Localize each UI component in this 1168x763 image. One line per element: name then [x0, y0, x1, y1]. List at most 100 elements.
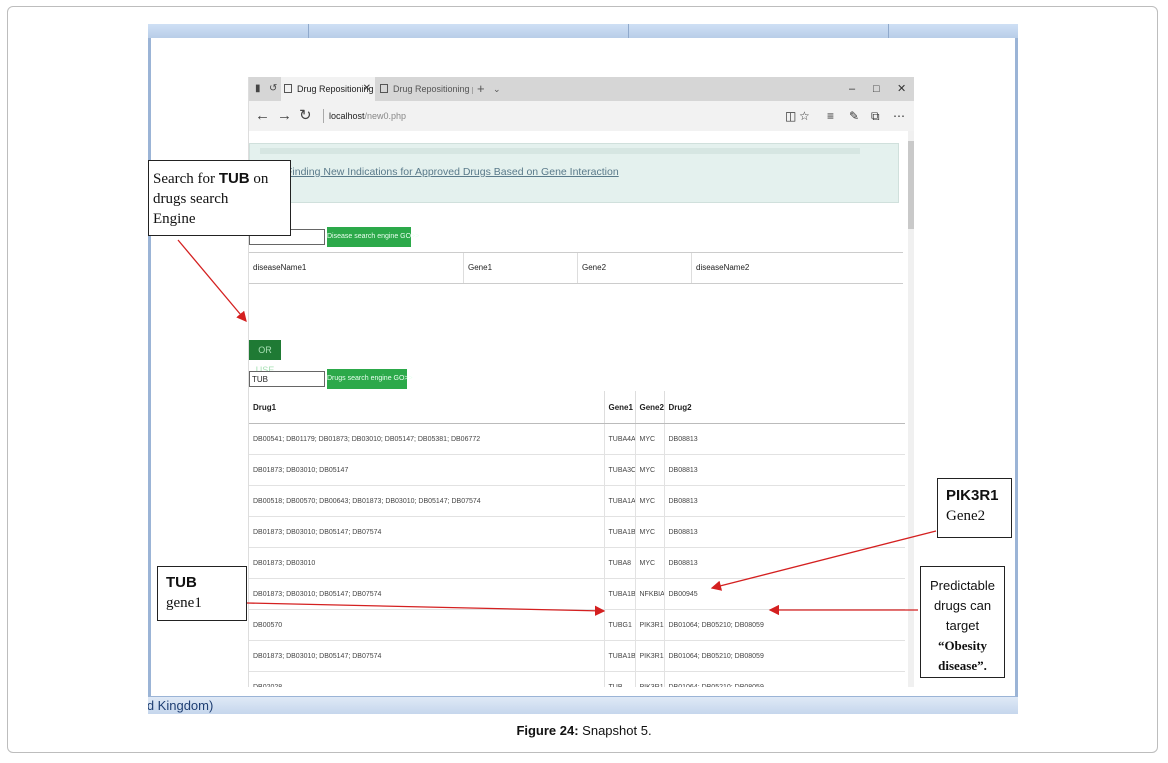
cell-drug2: DB08813 — [663, 423, 905, 455]
callout-pik3r1-gene2: PIK3R1 Gene2 — [937, 478, 1012, 538]
back-icon[interactable]: ← — [255, 106, 270, 126]
callout-text: target — [945, 618, 980, 633]
window-left-edge — [148, 38, 151, 698]
col-disease-name1: diseaseName1 — [253, 263, 307, 272]
cell-drug2: DB08813 — [663, 454, 905, 486]
tab-drug-repositioning-2[interactable]: Drug Repositioning project — [377, 77, 473, 101]
tab-preview-chevron-icon[interactable]: ⌄ — [493, 77, 501, 101]
url-separator — [323, 109, 324, 123]
cell-drug1: DB00518; DB00570; DB00643; DB01873; DB03… — [249, 485, 604, 517]
callout-text: drugs search — [153, 191, 229, 207]
table-row: DB01873; DB03010; DB05147; DB07574 TUBA1B… — [249, 578, 905, 610]
tab-label: Drug Repositioning project — [393, 84, 473, 94]
callout-text: Predictable — [929, 578, 996, 593]
callout-title: PIK3R1 — [946, 487, 999, 504]
col-gene2: Gene2 — [577, 253, 691, 283]
cell-gene1: TUBA3C — [603, 454, 635, 486]
close-tab-icon[interactable]: ✕ — [363, 77, 371, 101]
maximize-icon[interactable]: □ — [873, 77, 880, 101]
page-content: Finding New Indications for Approved Dru… — [249, 131, 914, 687]
figure-caption: Figure 24: Snapshot 5. — [0, 723, 1168, 738]
disease-results-header: diseaseName1 Gene1 Gene2 diseaseName2 — [249, 252, 903, 284]
callout-emph: disease”. — [938, 658, 987, 673]
callout-emph: “Obesity — [937, 638, 988, 653]
callout-title: TUB — [166, 574, 197, 591]
cell-drug2: DB08813 — [663, 547, 905, 579]
callout-predictable-drugs: Predictable drugs can target “Obesity di… — [920, 566, 1005, 678]
cell-drug1: DB00570 — [249, 609, 604, 641]
cell-drug2: DB01064; DB05210; DB08059 — [663, 671, 905, 687]
col-disease-name2: diseaseName2 — [691, 253, 903, 283]
caption-text: Snapshot 5. — [578, 723, 652, 738]
col-drug1: Drug1 — [249, 391, 604, 424]
cell-drug1: DB01873; DB03010; DB05147; DB07574 — [249, 578, 604, 610]
more-icon[interactable]: ⋯ — [893, 107, 905, 125]
table-row: DB00570 TUBG1 PIK3R1 DB01064; DB05210; DB08… — [249, 609, 905, 641]
web-note-icon[interactable]: ✎ — [849, 107, 859, 125]
callout-sub: gene1 — [166, 595, 202, 611]
cell-gene1: TUB — [603, 671, 635, 687]
col-drug2: Drug2 — [663, 391, 905, 424]
set-aside-tabs-icon[interactable]: ↺ — [269, 83, 279, 94]
table-row: DB01873; DB03010 TUBA8 MYC DB08813 — [249, 547, 905, 579]
callout-search-tub: Search for TUB on drugs search Engine — [148, 160, 291, 236]
table-header-row: Drug1 Gene1 Gene2 Drug2 — [249, 391, 905, 424]
cell-drug1: DB01873; DB03010; DB05147 — [249, 454, 604, 486]
status-bar: ted Kingdom) — [148, 696, 1018, 714]
browser-window: ▮ ↺ Drug Repositioning pro ✕ Drug Reposi… — [248, 77, 914, 687]
cell-drug2: DB00945 — [663, 578, 905, 610]
page-title-link[interactable]: Finding New Indications for Approved Dru… — [286, 166, 619, 178]
cell-gene2: MYC — [634, 516, 664, 548]
cell-gene1: TUBG1 — [603, 609, 635, 641]
forward-icon[interactable]: → — [277, 106, 292, 126]
hub-icon[interactable]: ≡ — [827, 107, 834, 125]
callout-text: Engine — [153, 211, 196, 227]
refresh-icon[interactable]: ↻ — [299, 106, 312, 126]
cell-drug1: DB02028 — [249, 671, 604, 687]
cell-gene2: NFKBIA — [634, 578, 664, 610]
address-bar: ← → ↻ localhost/new0.php ◫ ☆ ≡ ✎ ⧉ ⋯ — [249, 101, 914, 131]
col-gene1: Gene1 — [463, 253, 577, 283]
cell-gene2: MYC — [634, 547, 664, 579]
status-text: ted Kingdom) — [148, 698, 214, 713]
new-tab-icon[interactable]: + — [477, 77, 485, 101]
table-row: DB02028 TUB PIK3R1 DB01064; DB05210; DB0805… — [249, 671, 905, 687]
drug-search-button[interactable]: Drugs search engine GO>> — [327, 369, 413, 389]
cell-drug2: DB08813 — [663, 516, 905, 548]
callout-sub: Gene2 — [946, 508, 986, 524]
cell-gene2: MYC — [634, 485, 664, 517]
reading-view-icon[interactable]: ◫ — [785, 107, 796, 125]
tab-manager-icon[interactable]: ▮ — [255, 83, 265, 94]
tab-drug-repositioning-1[interactable]: Drug Repositioning pro ✕ — [281, 77, 375, 101]
table-row: DB01873; DB03010; DB05147; DB07574 TUBA1B… — [249, 640, 905, 672]
table-row: DB01873; DB03010; DB05147 TUBA3C MYC DB0881… — [249, 454, 905, 486]
favorite-star-icon[interactable]: ☆ — [799, 107, 810, 125]
table-row: DB00518; DB00570; DB00643; DB01873; DB03… — [249, 485, 905, 517]
disease-search-button[interactable]: Disease search engine GO>> — [327, 227, 419, 247]
window-right-edge — [1015, 38, 1018, 698]
url-path: /new0.php — [364, 111, 407, 121]
url-host: localhost — [329, 111, 365, 121]
cell-gene1: TUBA4A — [603, 423, 635, 455]
cell-gene1: TUBA1A — [603, 485, 635, 517]
cell-gene2: PIK3R1 — [634, 640, 664, 672]
cell-gene2: PIK3R1 — [634, 609, 664, 641]
table-row: DB00541; DB01179; DB01873; DB03010; DB05… — [249, 423, 905, 455]
drug-results-table: Drug1 Gene1 Gene2 Drug2 DB00541; DB01179… — [249, 391, 905, 687]
share-icon[interactable]: ⧉ — [871, 107, 880, 125]
caption-label: Figure 24: — [516, 723, 579, 738]
cell-drug1: DB00541; DB01179; DB01873; DB03010; DB05… — [249, 423, 604, 455]
header-band — [260, 148, 860, 154]
scrollbar-thumb[interactable] — [908, 141, 914, 229]
tab-bar: ▮ ↺ Drug Repositioning pro ✕ Drug Reposi… — [249, 77, 914, 101]
minimize-icon[interactable]: – — [849, 77, 855, 101]
drug-search-input[interactable]: TUB — [249, 371, 325, 387]
screenshot: ▮ ↺ Drug Repositioning pro ✕ Drug Reposi… — [148, 24, 1018, 714]
callout-emph: TUB — [218, 170, 250, 187]
cell-gene2: PIK3R1 — [634, 671, 664, 687]
col-gene2: Gene2 — [634, 391, 664, 424]
close-window-icon[interactable]: ✕ — [897, 77, 906, 101]
callout-text: Search for — [153, 171, 219, 187]
site-header: Finding New Indications for Approved Dru… — [249, 143, 899, 203]
url-field[interactable]: localhost/new0.php — [329, 109, 406, 123]
